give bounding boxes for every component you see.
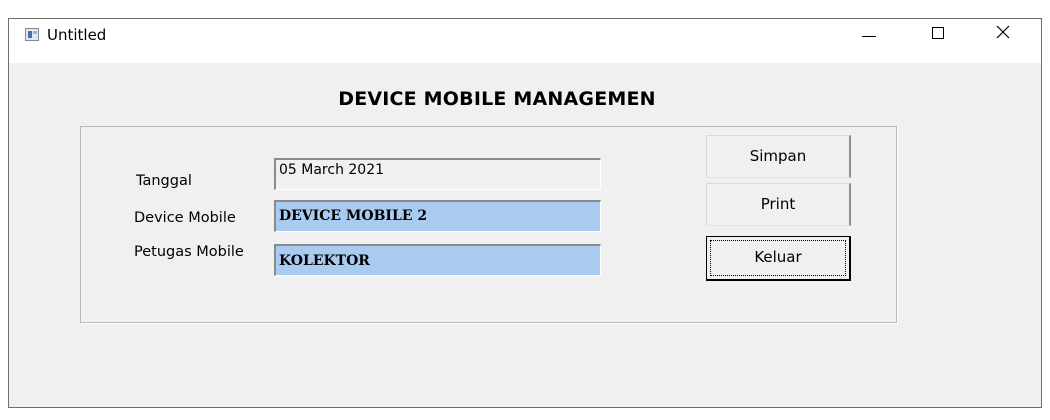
tanggal-label: Tanggal — [136, 173, 192, 189]
device-mobile-label: Device Mobile — [134, 210, 236, 226]
petugas-mobile-label: Petugas Mobile — [134, 244, 244, 260]
form-heading: DEVICE MOBILE MANAGEMEN — [338, 88, 656, 110]
minimize-button[interactable] — [845, 19, 891, 51]
keluar-button-label: Keluar — [754, 248, 802, 266]
simpan-button[interactable]: Simpan — [706, 135, 851, 178]
title-bar[interactable]: Untitled — [9, 19, 1041, 63]
close-button[interactable] — [979, 19, 1025, 51]
window-title: Untitled — [47, 26, 107, 44]
maximize-button[interactable] — [915, 19, 961, 51]
tanggal-field[interactable]: 05 March 2021 — [274, 158, 601, 190]
app-icon — [25, 28, 39, 41]
petugas-mobile-field[interactable]: KOLEKTOR — [274, 244, 601, 276]
close-icon — [996, 25, 1010, 39]
print-button[interactable]: Print — [706, 183, 851, 226]
minimize-icon — [862, 36, 876, 37]
keluar-button[interactable]: Keluar — [706, 236, 851, 281]
maximize-icon — [932, 27, 944, 39]
device-mobile-field[interactable]: DEVICE MOBILE 2 — [274, 200, 601, 232]
